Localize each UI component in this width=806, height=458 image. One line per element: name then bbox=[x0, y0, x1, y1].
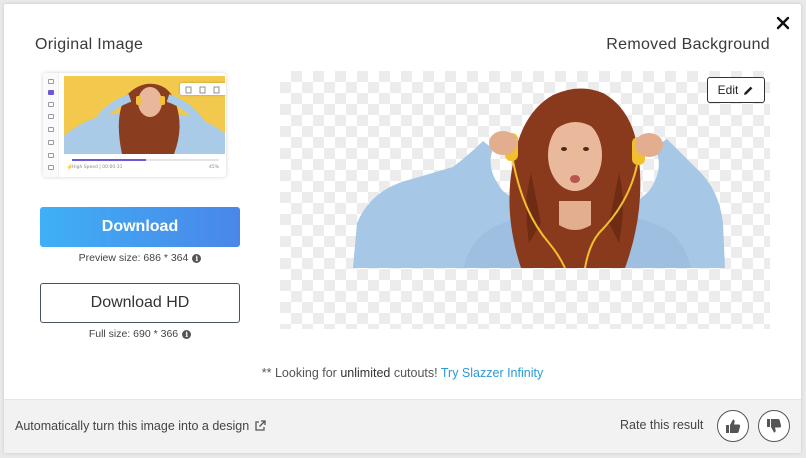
preview-size-note: Preview size: 686 * 364 i bbox=[40, 252, 240, 264]
download-button[interactable]: Download bbox=[40, 207, 240, 247]
edit-button[interactable]: Edit bbox=[707, 77, 765, 103]
rate-result-label: Rate this result bbox=[620, 418, 704, 432]
promo-text: ** Looking for unlimited cutouts! Try Sl… bbox=[4, 366, 801, 380]
cutout-image bbox=[353, 88, 725, 268]
info-icon[interactable]: i bbox=[182, 329, 192, 339]
close-button[interactable] bbox=[774, 14, 792, 32]
full-size-note: Full size: 690 * 366 i bbox=[40, 328, 240, 340]
download-hd-button[interactable]: Download HD bbox=[40, 283, 240, 323]
original-image-heading: Original Image bbox=[35, 36, 144, 53]
thumbs-up-button[interactable] bbox=[717, 410, 749, 442]
thumbnail-progress-fill bbox=[72, 159, 146, 161]
thumbs-down-icon bbox=[767, 419, 782, 433]
original-image-thumbnail: ⚡ High Speed | 00:00:31 45% bbox=[43, 73, 226, 177]
thumbs-down-button[interactable] bbox=[758, 410, 790, 442]
turn-into-design-text: Automatically turn this image into a des… bbox=[15, 419, 250, 433]
thumbnail-toolbar bbox=[180, 83, 226, 95]
thumbnail-progress-bar bbox=[72, 159, 219, 161]
pencil-icon bbox=[744, 86, 753, 95]
promo-prefix: ** Looking for bbox=[261, 366, 337, 380]
info-icon[interactable]: i bbox=[192, 253, 202, 263]
try-slazzer-infinity-link[interactable]: Try Slazzer Infinity bbox=[441, 366, 543, 380]
removed-background-heading: Removed Background bbox=[606, 36, 770, 53]
external-link-icon bbox=[255, 420, 266, 431]
result-modal: Original Image Removed Background ⚡ High… bbox=[4, 4, 801, 453]
turn-into-design-link[interactable]: Automatically turn this image into a des… bbox=[15, 419, 266, 433]
footer-bar: Automatically turn this image into a des… bbox=[4, 399, 801, 453]
edit-label: Edit bbox=[717, 83, 739, 97]
removed-background-preview: Edit bbox=[280, 71, 770, 329]
close-icon bbox=[776, 16, 790, 30]
preview-size-text: Preview size: 686 * 364 bbox=[78, 252, 189, 264]
thumbnail-status-text: High Speed | 00:00:31 bbox=[72, 165, 123, 170]
thumbs-up-icon bbox=[726, 419, 741, 433]
promo-emphasis: unlimited bbox=[340, 366, 391, 380]
thumbnail-sidebar bbox=[43, 73, 59, 177]
promo-suffix: cutouts! bbox=[393, 366, 438, 380]
full-size-text: Full size: 690 * 366 bbox=[88, 328, 179, 340]
thumbnail-percent-text: 45% bbox=[208, 165, 219, 170]
